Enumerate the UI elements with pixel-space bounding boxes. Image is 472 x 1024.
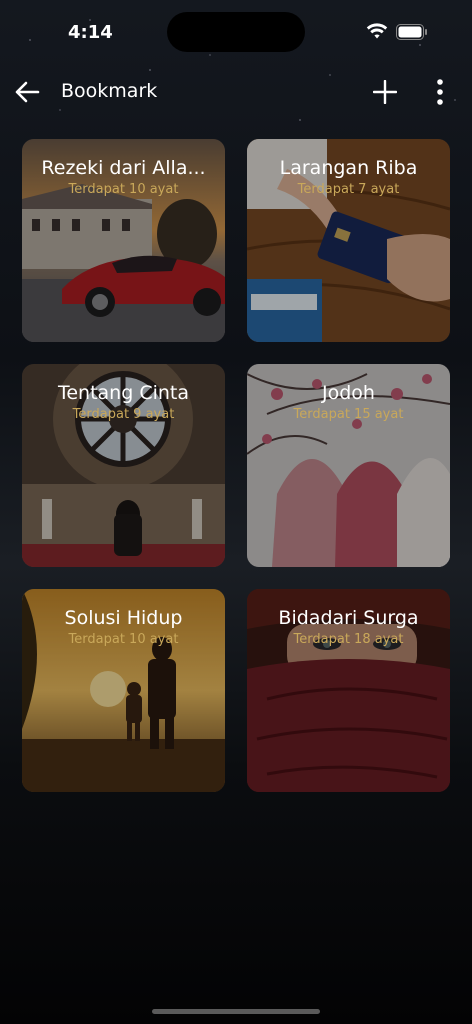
app-bar: Bookmark xyxy=(0,70,472,114)
more-vertical-icon[interactable] xyxy=(433,78,447,106)
plus-icon[interactable] xyxy=(373,80,397,104)
card-subtitle: Terdapat 9 ayat xyxy=(72,407,175,422)
card-title: Rezeki dari Alla... xyxy=(41,157,206,179)
battery-icon xyxy=(396,24,427,40)
bookmark-card-rezeki[interactable]: Rezeki dari Alla... Terdapat 10 ayat xyxy=(22,139,225,342)
arrow-left-icon[interactable] xyxy=(14,80,40,104)
card-subtitle: Terdapat 18 ayat xyxy=(293,632,404,647)
bookmark-card-bidadari-surga[interactable]: Bidadari Surga Terdapat 18 ayat xyxy=(247,589,450,792)
card-subtitle: Terdapat 7 ayat xyxy=(297,182,400,197)
home-indicator[interactable] xyxy=(152,1009,320,1014)
bookmark-card-larangan-riba[interactable]: Larangan Riba Terdapat 7 ayat xyxy=(247,139,450,342)
card-subtitle: Terdapat 10 ayat xyxy=(68,182,179,197)
dynamic-island xyxy=(167,12,305,52)
bookmark-card-jodoh[interactable]: Jodoh Terdapat 15 ayat xyxy=(247,364,450,567)
status-bar: 4:14 xyxy=(0,0,472,60)
card-subtitle: Terdapat 15 ayat xyxy=(293,407,404,422)
bookmark-card-solusi-hidup[interactable]: Solusi Hidup Terdapat 10 ayat xyxy=(22,589,225,792)
page-title: Bookmark xyxy=(61,80,158,102)
card-title: Solusi Hidup xyxy=(64,607,183,629)
wifi-icon xyxy=(366,23,388,39)
card-subtitle: Terdapat 10 ayat xyxy=(68,632,179,647)
card-title: Jodoh xyxy=(322,382,375,404)
card-title: Tentang Cinta xyxy=(57,382,190,404)
status-time: 4:14 xyxy=(68,22,113,43)
bookmark-card-tentang-cinta[interactable]: Tentang Cinta Terdapat 9 ayat xyxy=(22,364,225,567)
card-title: Larangan Riba xyxy=(279,157,418,179)
card-title: Bidadari Surga xyxy=(278,607,419,629)
